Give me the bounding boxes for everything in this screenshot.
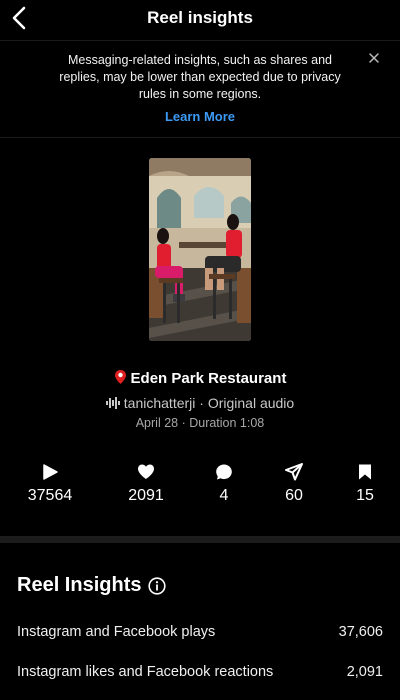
audio-wave-icon: [105, 397, 120, 409]
plays-count: 37564: [27, 487, 73, 504]
audio-label[interactable]: tanichatterji · Original audio: [0, 395, 400, 411]
insight-row-value: 2,091: [346, 664, 383, 680]
share-icon: [285, 463, 303, 481]
saves-count: 15: [356, 487, 374, 504]
notice-text: Messaging-related insights, such as shar…: [59, 53, 341, 101]
header: Reel insights: [0, 0, 400, 40]
shares-count: 60: [285, 487, 303, 504]
insight-row-label: Instagram likes and Facebook reactions: [17, 664, 274, 680]
reel-thumbnail-image: [149, 158, 251, 341]
reel-thumbnail[interactable]: [149, 158, 251, 341]
insights-title: Reel Insights: [17, 574, 142, 596]
stat-saves: 15: [335, 463, 395, 505]
audio-text: tanichatterji · Original audio: [123, 395, 295, 411]
page-title: Reel insights: [147, 8, 253, 27]
info-icon[interactable]: [148, 577, 166, 595]
reel-date-duration: April 28 · Duration 1:08: [135, 416, 265, 430]
close-icon[interactable]: [367, 51, 381, 65]
stat-likes: 2091: [116, 463, 176, 505]
section-divider: [0, 536, 400, 543]
insight-row-value: 37,606: [338, 624, 383, 640]
location-label[interactable]: Eden Park Restaurant: [0, 369, 400, 387]
insight-row-label: Instagram and Facebook plays: [17, 624, 216, 640]
bookmark-icon: [359, 464, 371, 480]
stat-comments: 4: [194, 463, 254, 505]
location-pin-icon: [114, 370, 126, 384]
comment-icon: [216, 464, 232, 480]
play-icon: [43, 464, 58, 480]
stat-shares: 60: [264, 463, 324, 505]
location-name: Eden Park Restaurant: [130, 370, 287, 387]
learn-more-link[interactable]: Learn More: [0, 109, 400, 124]
likes-count: 2091: [128, 487, 164, 504]
heart-icon: [138, 464, 154, 479]
comments-count: 4: [219, 487, 229, 504]
stat-plays: 37564: [20, 463, 80, 505]
